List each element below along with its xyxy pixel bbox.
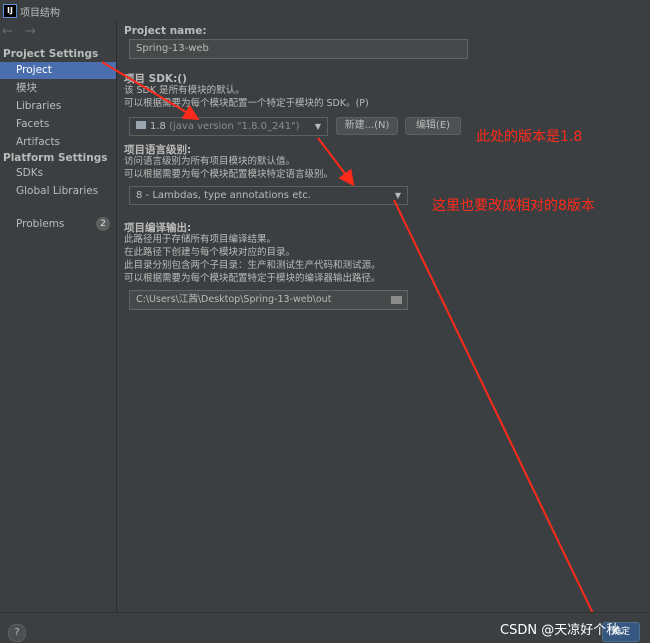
project-settings-heading: Project Settings (3, 48, 99, 60)
sdk-description-2: 可以根据需要为每个模块配置一个特定于模块的 SDK。(P) (124, 98, 369, 109)
chevron-down-icon: ▼ (394, 191, 401, 200)
sidebar-item-sdks[interactable]: SDKs (0, 165, 116, 182)
language-level-description-1: 访问语言级别为所有项目模块的默认值。 (124, 156, 296, 167)
compiler-output-label: 项目编译输出: (124, 222, 192, 234)
language-level-description-2: 可以根据需要为每个模块配置模块特定语言级别。 (124, 169, 334, 180)
sidebar-item-libraries[interactable]: Libraries (0, 98, 116, 115)
back-forward-arrows[interactable]: ← → (2, 24, 40, 39)
output-description-2: 在此路径下创建与每个模块对应的目录。 (124, 247, 296, 258)
intellij-app-icon: IJ (3, 4, 17, 18)
sidebar: ← → Project Settings Project 模块 Librarie… (0, 22, 117, 612)
language-level-selected-value: 8 - Lambdas, type annotations etc. (136, 190, 311, 201)
sidebar-item-global-libraries[interactable]: Global Libraries (0, 183, 116, 200)
output-description-3: 此目录分别包含两个子目录：生产和测试生产代码和测试源。 (124, 260, 381, 271)
sidebar-item-modules[interactable]: 模块 (0, 80, 116, 97)
language-level-label: 项目语言级别: (124, 144, 192, 156)
browse-folder-icon[interactable] (391, 296, 402, 304)
title-bar: IJ 项目结构 (0, 0, 650, 23)
platform-settings-heading: Platform Settings (3, 152, 108, 164)
problems-label: Problems (16, 218, 65, 230)
sidebar-item-artifacts[interactable]: Artifacts (0, 134, 116, 151)
folder-icon (136, 121, 146, 129)
window-title: 项目结构 (20, 8, 60, 19)
project-name-label: Project name: (124, 25, 207, 37)
chevron-down-icon: ▼ (314, 122, 321, 131)
sdk-new-button[interactable]: 新建...(N) (336, 117, 398, 135)
sidebar-item-facets[interactable]: Facets (0, 116, 116, 133)
sidebar-item-problems[interactable]: Problems 2 (0, 216, 116, 233)
project-sdk-label: 项目 SDK:() (124, 73, 187, 85)
problems-count-badge: 2 (96, 217, 110, 231)
project-settings-panel: Project name: Spring-13-web 项目 SDK:() 该 … (117, 22, 650, 612)
sdk-selected-value: 1.8 (150, 121, 166, 132)
output-description-4: 可以根据需要为每个模块配置特定于模块的编译器输出路径。 (124, 273, 381, 284)
compiler-output-path-input[interactable]: C:\Users\江茜\Desktop\Spring-13-web\out (129, 290, 408, 310)
output-description-1: 此路径用于存储所有项目编译结果。 (124, 234, 277, 245)
help-button[interactable]: ? (8, 624, 26, 642)
sidebar-item-project[interactable]: Project (0, 62, 116, 79)
sdk-description-1: 该 SDK 是所有模块的默认。 (124, 85, 245, 96)
sdk-edit-button[interactable]: 编辑(E) (405, 117, 461, 135)
language-level-select[interactable]: 8 - Lambdas, type annotations etc. ▼ (129, 186, 408, 205)
project-name-input[interactable]: Spring-13-web (129, 39, 468, 59)
sdk-select[interactable]: 1.8 (java version "1.8.0_241") ▼ (129, 117, 328, 136)
annotation-language-level-note: 这里也要改成相对的8版本 (432, 198, 595, 214)
csdn-watermark: CSDN @天凉好个秋. (500, 623, 624, 638)
annotation-sdk-version-note: 此处的版本是1.8 (476, 129, 583, 145)
compiler-output-path-value: C:\Users\江茜\Desktop\Spring-13-web\out (136, 294, 332, 305)
sdk-version-detail: (java version "1.8.0_241") (169, 121, 300, 132)
